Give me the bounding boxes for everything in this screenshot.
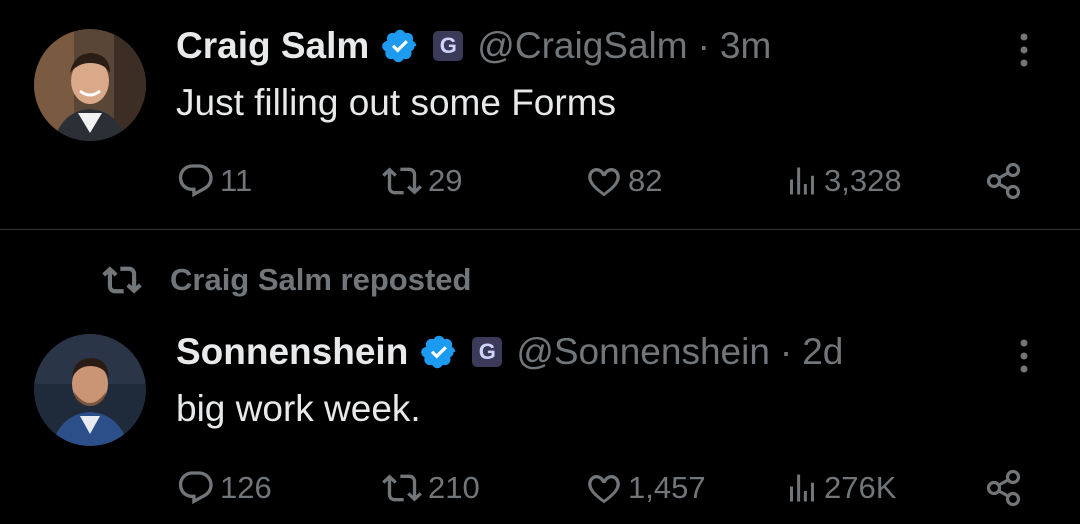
verified-icon[interactable] — [381, 27, 419, 65]
reply-count: 126 — [220, 470, 272, 505]
like-icon — [588, 474, 620, 504]
views-button[interactable]: 276K — [784, 468, 896, 508]
more-icon[interactable] — [1012, 336, 1036, 376]
separator-dot: · — [779, 331, 793, 372]
avatar-sonnenshein[interactable] — [34, 334, 146, 446]
repost-count: 29 — [428, 163, 463, 198]
repost-button[interactable]: 210 — [380, 468, 480, 508]
like-button[interactable]: 82 — [584, 161, 662, 201]
action-bar: 126 210 1,457 276K — [0, 460, 1080, 510]
like-count: 82 — [628, 163, 663, 198]
repost-button[interactable]: 29 — [380, 161, 462, 201]
timestamp[interactable]: 3m — [720, 25, 771, 67]
views-count: 276K — [824, 470, 897, 505]
reply-button[interactable]: 11 — [176, 161, 252, 201]
tweet-sonnenshein[interactable]: Craig Salm reposted Sonnenshein G @Sonne… — [0, 230, 1080, 524]
tweet-header: Craig Salm G @CraigSalm · 3m — [176, 20, 771, 72]
views-icon — [790, 167, 814, 195]
repost-icon — [382, 167, 422, 195]
reply-button[interactable]: 126 — [176, 468, 272, 508]
repost-context-label[interactable]: Craig Salm reposted — [170, 262, 471, 298]
user-handle[interactable]: @CraigSalm — [477, 25, 687, 67]
reply-icon — [178, 164, 213, 198]
tweet-text: Just filling out some Forms — [176, 82, 617, 123]
repost-count: 210 — [428, 470, 480, 505]
repost-context: Craig Salm reposted — [100, 260, 471, 300]
reply-count: 11 — [220, 163, 253, 198]
like-icon — [588, 167, 620, 197]
display-name[interactable]: Craig Salm — [176, 25, 369, 67]
affiliate-badge-letter: G — [478, 339, 496, 364]
repost-context-icon — [102, 266, 142, 294]
repost-icon — [382, 474, 422, 502]
user-handle[interactable]: @Sonnenshein — [516, 331, 770, 373]
more-icon[interactable] — [1012, 30, 1036, 70]
timestamp[interactable]: 2d — [802, 331, 843, 373]
tweet-text: big work week. — [176, 388, 421, 429]
views-button[interactable]: 3,328 — [784, 161, 902, 201]
verified-icon[interactable] — [420, 333, 458, 371]
affiliate-badge-icon[interactable]: G — [472, 337, 503, 367]
avatar-craig-salm[interactable] — [34, 29, 146, 141]
action-bar: 11 29 82 3,328 — [0, 155, 1080, 205]
tweet-header: Sonnenshein G @Sonnenshein · 2d — [176, 326, 843, 378]
views-icon — [790, 474, 814, 502]
like-button[interactable]: 1,457 — [584, 468, 706, 508]
like-count: 1,457 — [628, 470, 706, 505]
share-icon[interactable] — [984, 161, 1024, 201]
reply-icon — [178, 471, 213, 505]
separator-dot: · — [697, 25, 710, 66]
views-count: 3,328 — [824, 163, 902, 198]
affiliate-badge-icon[interactable]: G — [433, 31, 464, 61]
tweet-craig-salm[interactable]: Craig Salm G @CraigSalm · 3m Just fillin… — [0, 0, 1080, 229]
share-icon[interactable] — [984, 468, 1024, 508]
affiliate-badge-letter: G — [439, 33, 457, 58]
display-name[interactable]: Sonnenshein — [176, 331, 408, 373]
